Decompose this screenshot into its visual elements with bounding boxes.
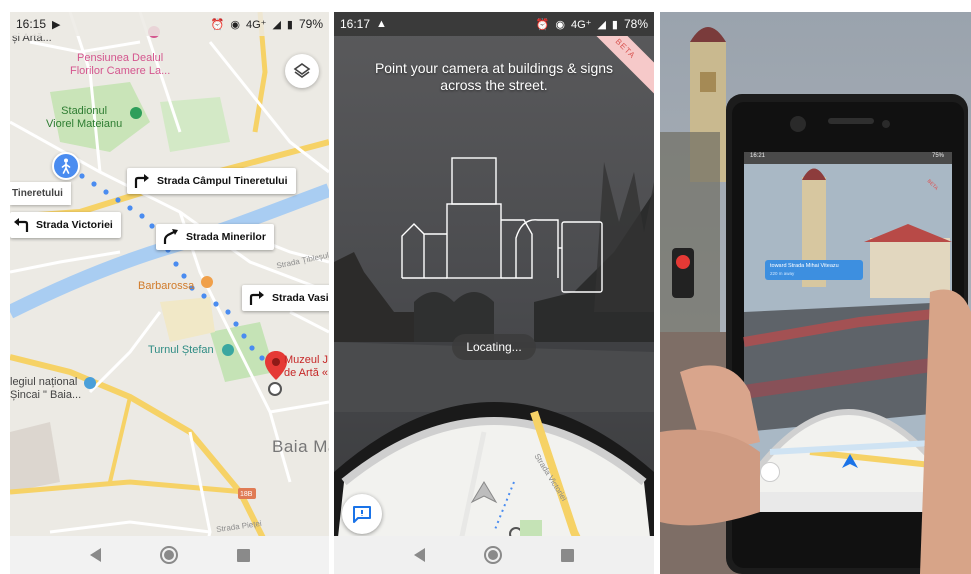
map-label-muzeul[interactable]: Muzeul J de Artă « [284, 354, 328, 380]
start-walking-marker-icon [52, 152, 80, 180]
battery-level: 79% [298, 17, 323, 31]
live-view-screen: Point your camera at buildings & signs a… [334, 12, 654, 574]
map-label-city: Baia Ma [272, 437, 329, 456]
status-time: 16:17 [340, 17, 371, 31]
direction-label: Strada Câmpul Tineretului [157, 175, 288, 187]
photo-phone-in-hand: toward Strada Mihai Viteazu 220 m away 1… [660, 12, 971, 574]
direction-chip-vasil[interactable]: Strada Vasil [242, 285, 329, 311]
turn-right-arrow-icon [249, 291, 264, 305]
feedback-button[interactable] [342, 494, 382, 534]
status-bar: 16:15 ▶ ⏰ ◉ 4G⁺ ◢ ▮ 79% [10, 12, 329, 36]
map-label-pensiunea[interactable]: Pensiunea Dealul Florilor Camere La... [70, 52, 170, 78]
android-nav-bar [10, 536, 329, 574]
network-type: 4G⁺ [245, 18, 267, 31]
direction-chip-minerilor[interactable]: Strada Minerilor [156, 224, 274, 250]
signal-icon: ◢ [272, 18, 281, 31]
layers-icon [293, 63, 311, 78]
phone-feedback-icon [760, 462, 780, 482]
street-photo [660, 12, 971, 574]
navigation-arrow-icon: ▲ [376, 18, 387, 30]
battery-level: 78% [623, 17, 648, 31]
locating-toast: Locating... [452, 334, 536, 360]
map-label-road-number: 18B [240, 491, 253, 498]
turn-right-arrow-icon [134, 174, 149, 188]
back-icon[interactable] [413, 548, 425, 562]
direction-label: Strada Victoriei [36, 219, 113, 231]
phone-chip-title: toward Strada Mihai Viteazu [770, 263, 839, 269]
turn-left-arrow-icon [14, 218, 29, 232]
screenshot-collage: și Artă... Pensiunea Dealul Florilor Cam… [0, 0, 971, 574]
map-label-stadion[interactable]: Stadionul Viorel Mateianu [46, 105, 122, 131]
phone-direction-chip: toward Strada Mihai Viteazu 220 m away [765, 260, 863, 280]
location-icon: ◉ [230, 18, 240, 31]
signal-icon: ◢ [597, 18, 606, 31]
play-store-icon: ▶ [52, 18, 61, 31]
home-icon[interactable] [159, 546, 178, 564]
map-screen: și Artă... Pensiunea Dealul Florilor Cam… [10, 12, 329, 574]
alarm-icon: ⏰ [210, 18, 225, 31]
direction-chip-victoriei[interactable]: Strada Victoriei [10, 212, 121, 238]
slight-right-arrow-icon [163, 229, 178, 244]
phone-battery: 75% [932, 153, 945, 159]
phone-status-time: 16:21 [750, 153, 766, 159]
home-icon[interactable] [483, 546, 502, 564]
tineretului-label-text: Tineretului [12, 188, 63, 199]
destination-circle-icon [268, 382, 282, 396]
battery-icon: ▮ [611, 18, 618, 31]
feedback-icon [353, 506, 371, 523]
direction-label: Strada Vasil [272, 292, 329, 304]
layers-button[interactable] [285, 54, 319, 88]
camera-view [334, 12, 654, 574]
camera-hint-text: Point your camera at buildings & signs a… [374, 60, 614, 93]
location-icon: ◉ [555, 18, 565, 31]
map-label-tineretului: Tineretului [10, 182, 71, 205]
map-label-colegiul[interactable]: legiul național Șincai " Baia... [10, 376, 81, 402]
network-type: 4G⁺ [570, 18, 592, 31]
status-time: 16:15 [16, 17, 47, 31]
back-icon[interactable] [89, 548, 101, 562]
alarm-icon: ⏰ [535, 18, 550, 31]
direction-chip-campul-tineretului[interactable]: Strada Câmpul Tineretului [127, 168, 296, 194]
map-label-barbarossa[interactable]: Barbarossa [138, 280, 194, 293]
android-nav-bar [334, 536, 654, 574]
recent-apps-icon[interactable] [236, 548, 250, 562]
battery-icon: ▮ [286, 18, 293, 31]
status-bar: 16:17 ▲ ⏰ ◉ 4G⁺ ◢ ▮ 78% [334, 12, 654, 36]
phone-chip-distance: 220 m away [770, 271, 795, 276]
map-label-turnul[interactable]: Turnul Ștefan [148, 344, 214, 357]
recent-apps-icon[interactable] [561, 548, 575, 562]
direction-label: Strada Minerilor [186, 231, 266, 243]
